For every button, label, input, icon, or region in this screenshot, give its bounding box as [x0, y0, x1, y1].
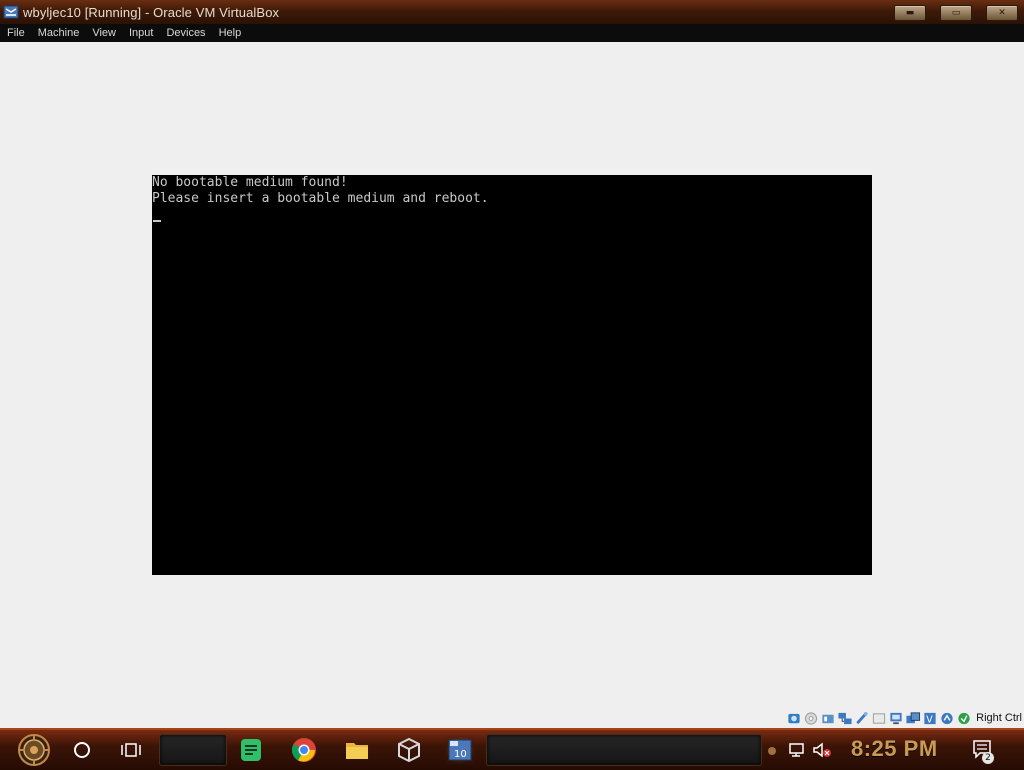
host-key-label[interactable]: Right Ctrl	[976, 712, 1022, 724]
notes-app-icon[interactable]	[236, 736, 266, 764]
minimize-icon: ▬	[905, 8, 915, 18]
menu-view[interactable]: View	[85, 27, 122, 39]
console-line-2: Please insert a bootable medium and rebo…	[152, 191, 489, 206]
mouse-integration-icon[interactable]	[939, 711, 955, 726]
search-icon[interactable]	[72, 740, 92, 760]
usb-icon[interactable]	[854, 711, 870, 726]
chrome-icon[interactable]	[289, 736, 319, 764]
maximize-icon: ▭	[951, 8, 961, 18]
menu-input[interactable]: Input	[122, 27, 159, 39]
title-bar[interactable]: wbyljec10 [Running] - Oracle VM VirtualB…	[0, 0, 1024, 24]
vm-display[interactable]: No bootable medium found! Please insert …	[152, 175, 872, 575]
taskbar-panel-right	[486, 734, 762, 766]
window-title: wbyljec10 [Running] - Oracle VM VirtualB…	[23, 4, 280, 20]
volume-muted-icon[interactable]	[812, 741, 832, 759]
svg-text:V: V	[926, 714, 933, 725]
console-line-1: No bootable medium found!	[152, 175, 348, 190]
svg-text:10: 10	[454, 749, 467, 760]
menu-bar: File Machine View Input Devices Help	[0, 24, 1024, 42]
menu-devices[interactable]: Devices	[159, 27, 211, 39]
status-bar: V Right Ctrl	[786, 709, 1022, 727]
shared-folders-icon[interactable]	[871, 711, 887, 726]
task-view-icon[interactable]	[120, 740, 142, 760]
close-icon: ✕	[998, 8, 1006, 18]
maximize-button[interactable]: ▭	[940, 5, 972, 21]
display-icon[interactable]	[888, 711, 904, 726]
console-cursor	[153, 220, 161, 222]
menu-file[interactable]: File	[0, 27, 31, 39]
taskbar-clock[interactable]: 8:25 PM	[851, 736, 938, 762]
hard-disk-icon[interactable]	[786, 711, 802, 726]
virtualization-icon[interactable]: V	[922, 711, 938, 726]
virtualbox-taskbar-icon[interactable]	[394, 736, 424, 764]
network-icon[interactable]	[837, 711, 853, 726]
chevron-up-icon[interactable]	[767, 744, 777, 758]
notification-count-badge: 2	[982, 752, 994, 764]
menu-machine[interactable]: Machine	[31, 27, 86, 39]
start-button[interactable]	[10, 733, 58, 768]
audio-icon[interactable]	[820, 711, 836, 726]
network-tray-icon[interactable]	[788, 741, 806, 759]
taskbar: 10 8:25 PM 2	[0, 728, 1024, 770]
close-button[interactable]: ✕	[986, 5, 1018, 21]
optical-drive-icon[interactable]	[803, 711, 819, 726]
minimize-button[interactable]: ▬	[894, 5, 926, 21]
file-explorer-icon[interactable]	[342, 736, 372, 764]
keyboard-icon[interactable]	[956, 711, 972, 726]
virtualbox-icon	[3, 5, 19, 19]
video-capture-icon[interactable]	[905, 711, 921, 726]
taskbar-panel-left	[159, 734, 227, 766]
vm-window-icon[interactable]: 10	[445, 736, 475, 764]
menu-help[interactable]: Help	[212, 27, 248, 39]
